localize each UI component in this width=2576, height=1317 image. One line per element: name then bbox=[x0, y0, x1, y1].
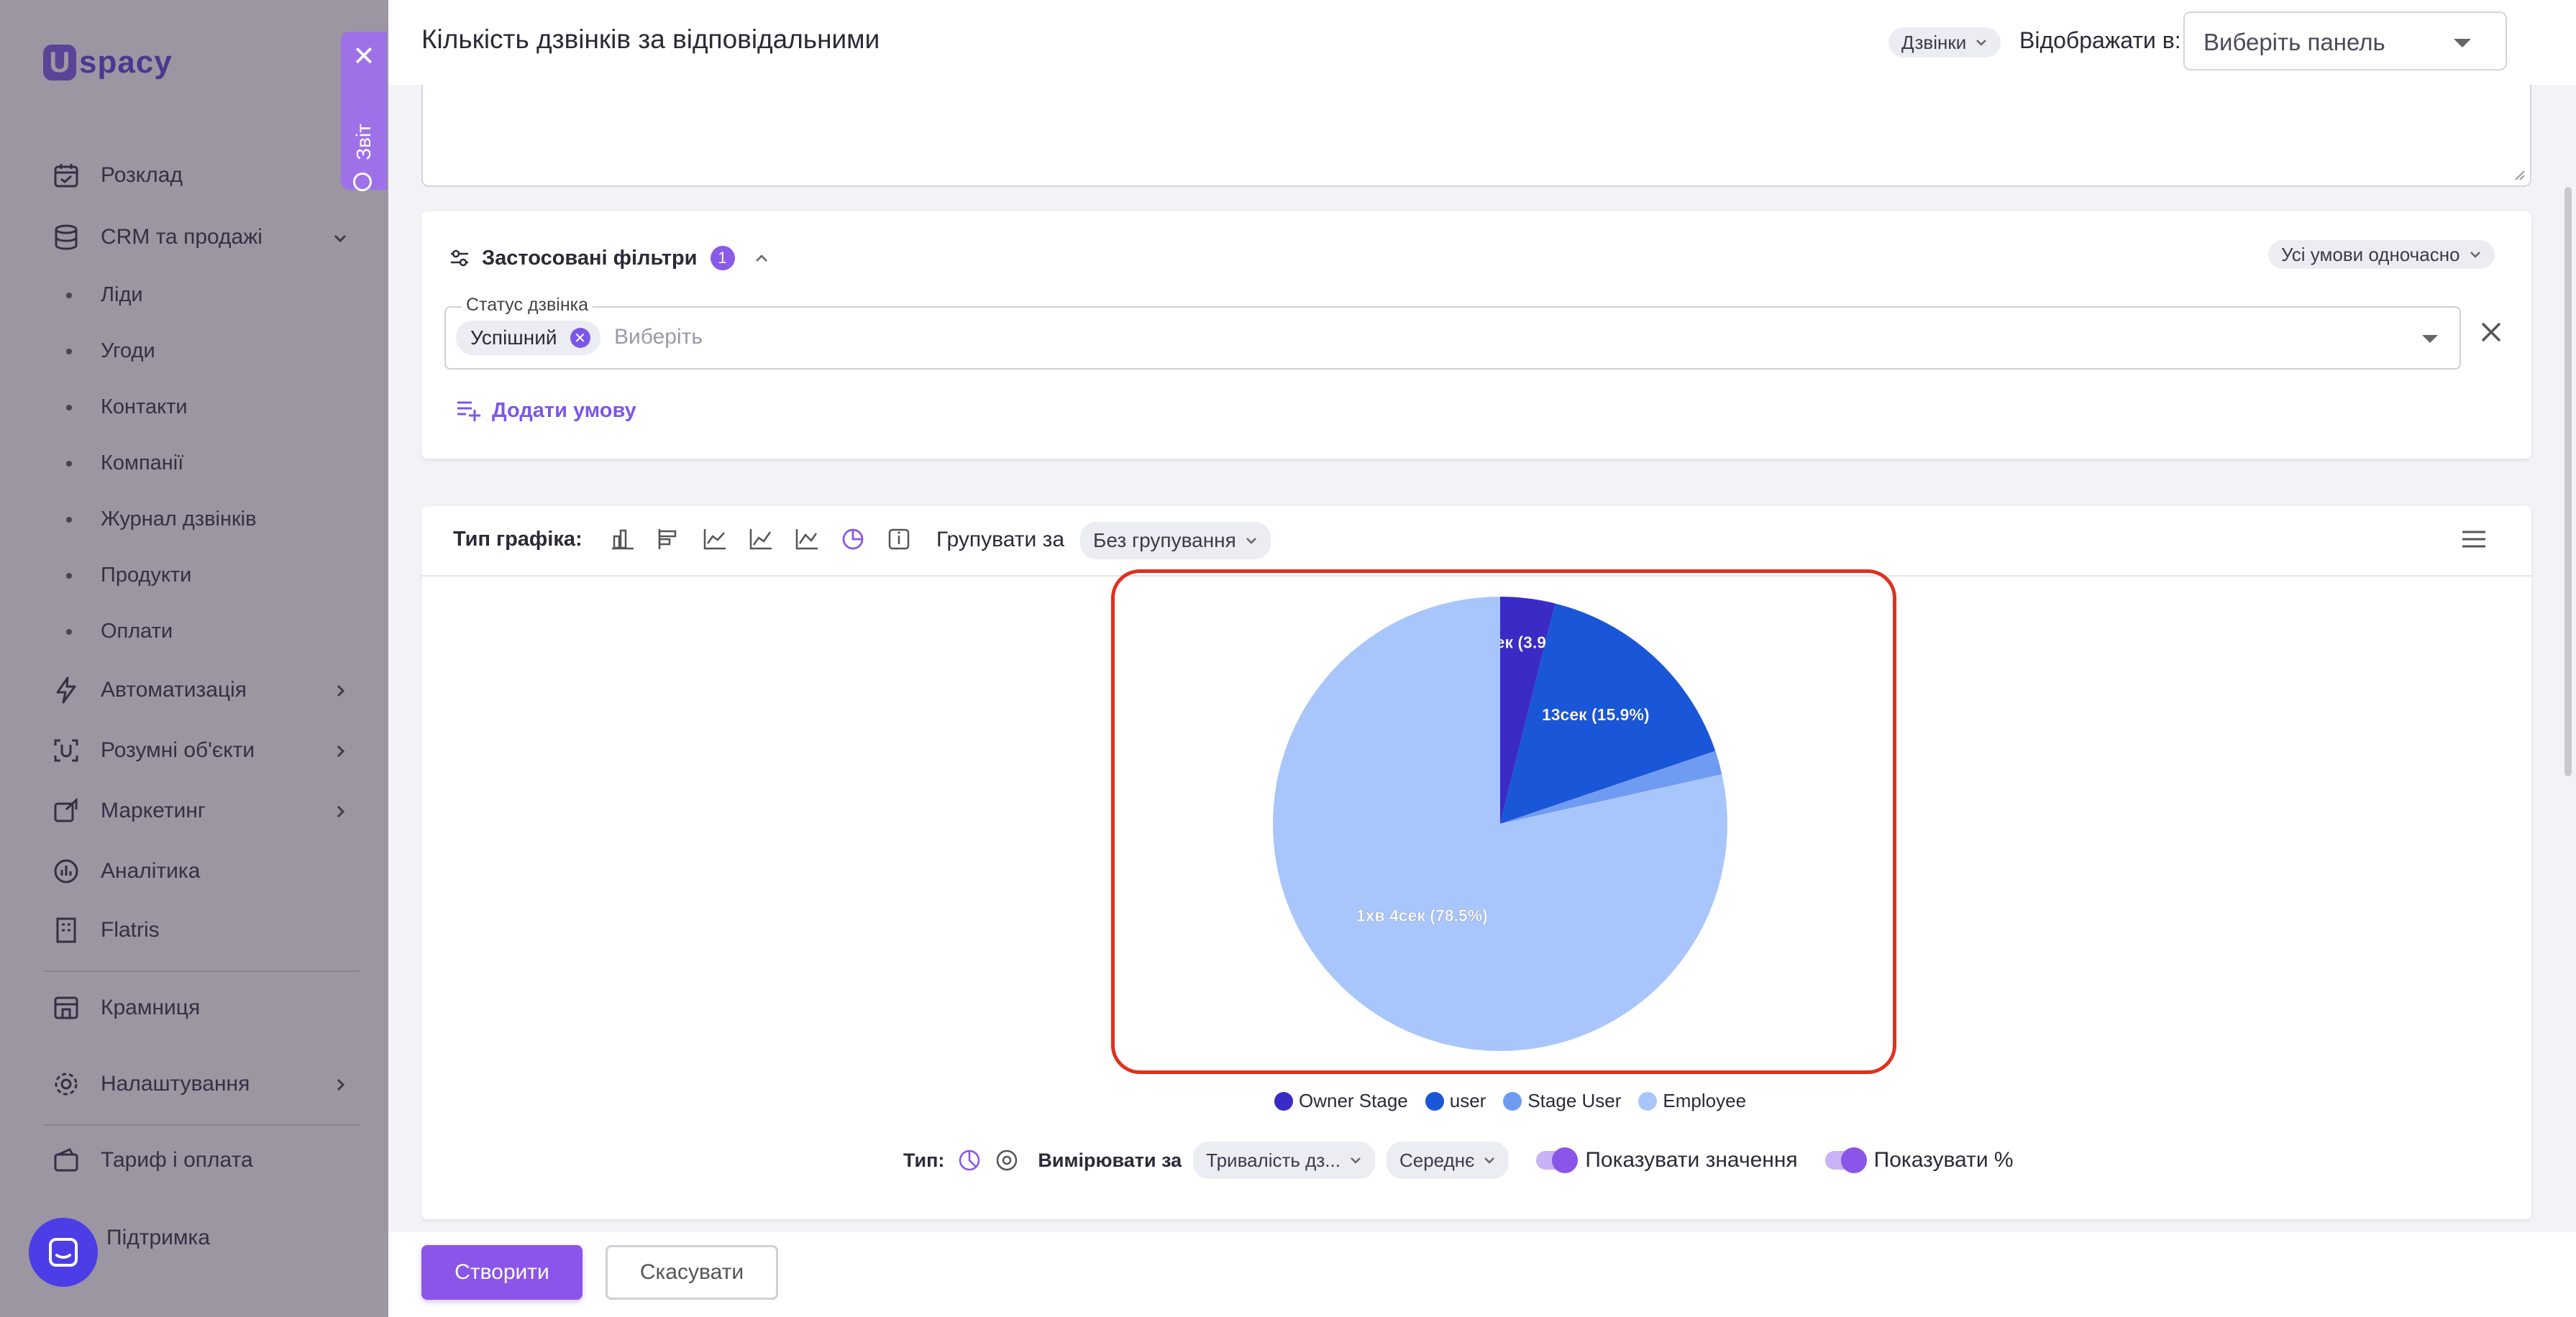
legend-label: Employee bbox=[1663, 1090, 1747, 1111]
chart-type-label: Тип графіка: bbox=[453, 528, 583, 551]
condition-mode-label: Усі умови одночасно bbox=[2281, 243, 2460, 265]
legend-item[interactable]: Employee bbox=[1638, 1090, 1746, 1112]
chevron-up-icon[interactable] bbox=[754, 250, 769, 266]
add-condition-label: Додати умову bbox=[492, 398, 636, 422]
panel-select[interactable]: Виберіть панель bbox=[2183, 12, 2507, 70]
chart-highlight-frame bbox=[1111, 569, 1896, 1074]
legend-label: Owner Stage bbox=[1299, 1090, 1408, 1111]
show-values-toggle[interactable] bbox=[1536, 1147, 1579, 1173]
legend-swatch bbox=[1425, 1091, 1444, 1111]
line-chart-icon[interactable] bbox=[748, 526, 774, 552]
measure-value: Тривалість дз... bbox=[1206, 1149, 1340, 1171]
chevron-down-icon bbox=[1246, 538, 1256, 544]
legend-label: Stage User bbox=[1527, 1090, 1622, 1111]
chart-toolbar: Тип графіка: Групувати за Без групування bbox=[421, 506, 2531, 577]
group-by-value: Без групування bbox=[1093, 529, 1236, 551]
filters-title: Застосовані фільтри bbox=[482, 246, 698, 270]
legend-item[interactable]: Owner Stage bbox=[1274, 1090, 1408, 1112]
close-icon[interactable]: ✕ bbox=[352, 43, 375, 70]
modal-overlay[interactable] bbox=[0, 0, 388, 1317]
filter-icon bbox=[451, 249, 468, 267]
remove-filter-icon[interactable] bbox=[2477, 318, 2506, 347]
remove-chip-icon[interactable]: ✕ bbox=[570, 328, 590, 348]
vertical-scrollbar[interactable] bbox=[2564, 187, 2572, 776]
cancel-button[interactable]: Скасувати bbox=[606, 1245, 778, 1300]
pie-type-icon[interactable] bbox=[957, 1148, 982, 1173]
support-chat-button[interactable] bbox=[29, 1218, 98, 1287]
source-selector[interactable]: Дзвінки bbox=[1888, 27, 2001, 58]
multi-line-chart-icon[interactable] bbox=[794, 526, 820, 552]
legend-swatch bbox=[1274, 1091, 1293, 1111]
description-textarea[interactable] bbox=[421, 85, 2531, 187]
number-widget-icon[interactable] bbox=[886, 526, 912, 552]
resize-handle-icon[interactable] bbox=[2513, 168, 2526, 181]
filters-card: Застосовані фільтри 1 Усі умови одночасн… bbox=[421, 211, 2531, 459]
editor-footer: Створити Скасувати bbox=[388, 1232, 2576, 1317]
legend-item[interactable]: Stage User bbox=[1503, 1090, 1621, 1112]
chart-controls: Тип: Вимірювати за Тривалість дз... Сере… bbox=[903, 1140, 2014, 1180]
chevron-down-icon bbox=[1351, 1157, 1361, 1164]
donut-type-icon[interactable] bbox=[995, 1148, 1019, 1173]
call-status-label: Статус дзвінка bbox=[462, 295, 593, 316]
chevron-down-icon bbox=[2470, 252, 2480, 258]
report-tab-label: Звіт bbox=[352, 124, 375, 160]
measure-by-label: Вимірювати за bbox=[1038, 1149, 1182, 1171]
call-status-filter[interactable]: Статус дзвінка Успішний ✕ Виберіть bbox=[444, 295, 2461, 370]
caret-down-icon[interactable] bbox=[2422, 335, 2438, 343]
editor-header: Кількість дзвінків за відповідальними Дз… bbox=[388, 0, 2576, 85]
group-by-selector[interactable]: Без групування bbox=[1080, 522, 1271, 559]
chevron-down-icon bbox=[1976, 40, 1987, 46]
area-chart-icon[interactable] bbox=[702, 526, 728, 552]
hamburger-menu-icon[interactable] bbox=[2461, 528, 2487, 551]
source-selector-label: Дзвінки bbox=[1901, 31, 1967, 53]
status-placeholder: Виберіть bbox=[614, 325, 703, 349]
status-chip-label: Успішний bbox=[470, 326, 557, 349]
caret-down-icon bbox=[2454, 39, 2471, 47]
aggregation-value: Середнє bbox=[1399, 1149, 1475, 1171]
measure-selector[interactable]: Тривалість дз... bbox=[1193, 1142, 1375, 1179]
report-side-tab[interactable]: ✕ Звіт bbox=[341, 32, 387, 191]
group-by-label: Групувати за bbox=[936, 528, 1065, 551]
page-title: Кількість дзвінків за відповідальними bbox=[421, 24, 880, 54]
status-chip: Успішний ✕ bbox=[456, 321, 600, 355]
chart-subtype-label: Тип: bbox=[903, 1149, 945, 1171]
chevron-down-icon bbox=[1484, 1157, 1495, 1164]
aggregation-selector[interactable]: Середнє bbox=[1386, 1142, 1509, 1179]
show-in-label: Відображати в: bbox=[2019, 27, 2181, 53]
filters-count-badge: 1 bbox=[710, 246, 735, 270]
legend-label: user bbox=[1449, 1090, 1486, 1111]
show-values-label: Показувати значення bbox=[1585, 1148, 1798, 1172]
show-percent-toggle[interactable] bbox=[1824, 1147, 1867, 1173]
legend-swatch bbox=[1638, 1091, 1658, 1111]
legend-swatch bbox=[1503, 1091, 1522, 1111]
report-icon bbox=[353, 173, 372, 191]
pie-chart-icon[interactable] bbox=[840, 526, 866, 552]
chat-icon bbox=[49, 1238, 78, 1267]
bar-chart-icon[interactable] bbox=[610, 526, 636, 552]
create-button[interactable]: Створити bbox=[421, 1245, 583, 1300]
filters-header[interactable]: Застосовані фільтри 1 bbox=[449, 246, 769, 270]
add-list-icon bbox=[457, 401, 480, 421]
legend-item[interactable]: user bbox=[1425, 1090, 1486, 1112]
horizontal-bar-chart-icon[interactable] bbox=[656, 526, 682, 552]
add-condition-button[interactable]: Додати умову bbox=[455, 397, 636, 424]
panel-select-value: Виберіть панель bbox=[2203, 29, 2385, 55]
condition-mode-selector[interactable]: Усі умови одночасно bbox=[2268, 240, 2495, 269]
show-percent-label: Показувати % bbox=[1873, 1148, 2014, 1172]
chart-legend: Owner Stage user Stage User Employee bbox=[1274, 1090, 1763, 1112]
